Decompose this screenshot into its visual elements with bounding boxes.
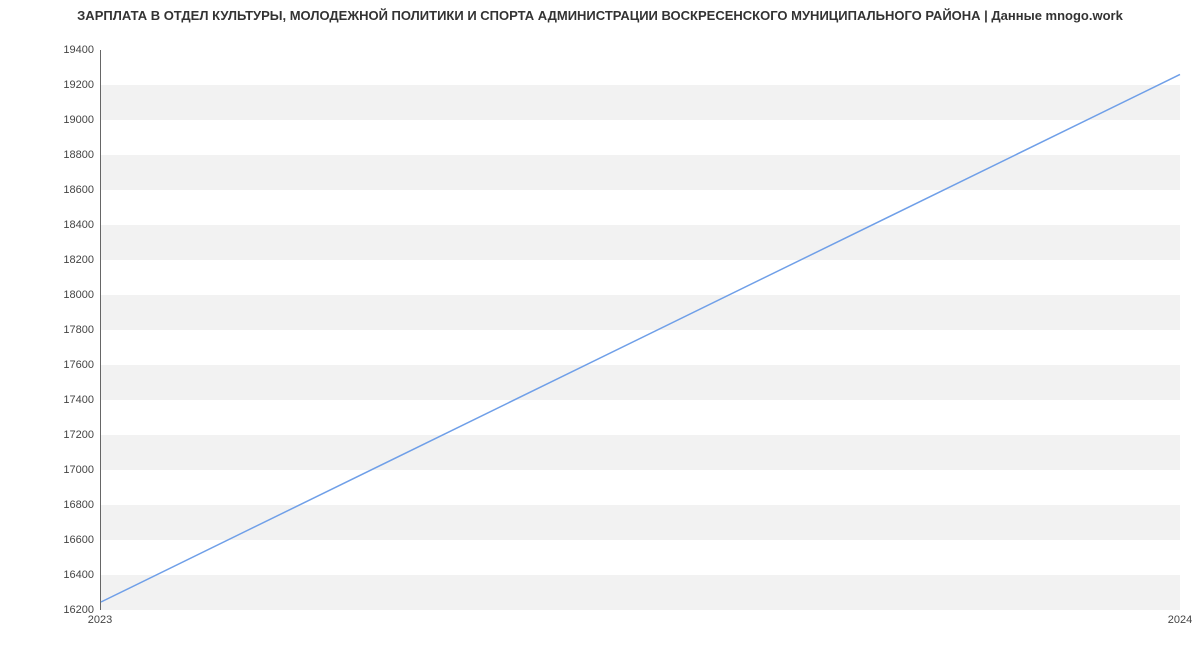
y-tick-label: 19400 [14,44,94,56]
y-tick-label: 17200 [14,429,94,441]
x-tick-label: 2023 [88,614,112,626]
line-series [101,50,1180,609]
y-tick-label: 17400 [14,394,94,406]
y-tick-label: 16200 [14,604,94,616]
chart-container: ЗАРПЛАТА В ОТДЕЛ КУЛЬТУРЫ, МОЛОДЕЖНОЙ ПО… [0,0,1200,650]
y-tick-label: 17000 [14,464,94,476]
y-tick-label: 16800 [14,499,94,511]
y-tick-label: 19000 [14,114,94,126]
y-tick-label: 17600 [14,359,94,371]
y-tick-label: 16400 [14,569,94,581]
y-tick-label: 19200 [14,79,94,91]
y-tick-label: 18600 [14,184,94,196]
y-tick-label: 17800 [14,324,94,336]
y-tick-label: 18800 [14,149,94,161]
y-tick-label: 18000 [14,289,94,301]
y-tick-label: 16600 [14,534,94,546]
y-tick-label: 18400 [14,219,94,231]
y-tick-label: 18200 [14,254,94,266]
chart-title: ЗАРПЛАТА В ОТДЕЛ КУЛЬТУРЫ, МОЛОДЕЖНОЙ ПО… [0,8,1200,23]
series-line [101,74,1180,602]
plot-area [100,50,1180,610]
x-tick-label: 2024 [1168,614,1192,626]
